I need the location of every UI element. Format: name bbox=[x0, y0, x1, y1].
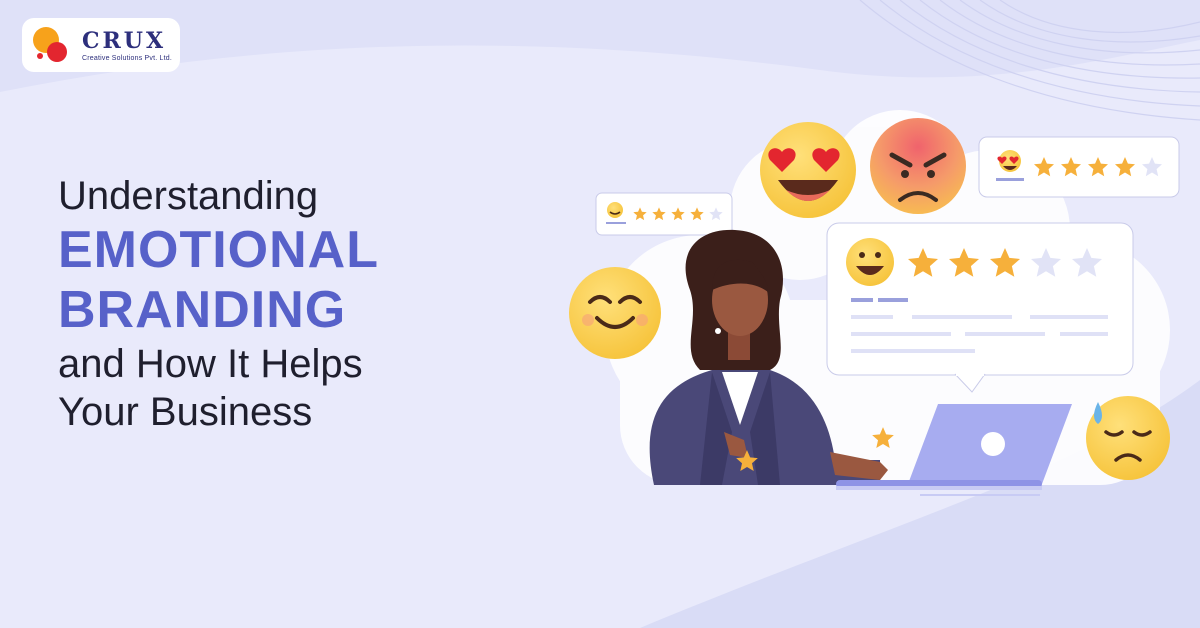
smiling-emoji-icon bbox=[569, 267, 661, 359]
headline-emphasis-2: BRANDING bbox=[58, 281, 347, 339]
headline-line-1: Understanding bbox=[58, 174, 319, 218]
feedback-illustration bbox=[569, 110, 1180, 496]
brand-name: CRUX bbox=[82, 28, 167, 54]
review-speech-bubble bbox=[826, 222, 1134, 393]
rating-card-small bbox=[595, 192, 733, 236]
heart-eyes-emoji-icon bbox=[760, 122, 856, 218]
headline-line-4: and How It Helps bbox=[58, 342, 363, 386]
sad-sweat-emoji-icon bbox=[1086, 396, 1170, 480]
brand-logo[interactable]: CRUX Creative Solutions Pvt. Ltd. bbox=[22, 18, 180, 72]
headline-line-5: Your Business bbox=[58, 390, 313, 434]
crux-logo-mark bbox=[33, 27, 67, 62]
angry-emoji-icon bbox=[870, 118, 966, 214]
brand-tagline: Creative Solutions Pvt. Ltd. bbox=[82, 55, 173, 62]
headline-emphasis-1: EMOTIONAL bbox=[58, 221, 379, 279]
headline: Understanding EMOTIONAL BRANDING and How… bbox=[58, 172, 379, 436]
rating-card-top-right bbox=[978, 136, 1180, 198]
